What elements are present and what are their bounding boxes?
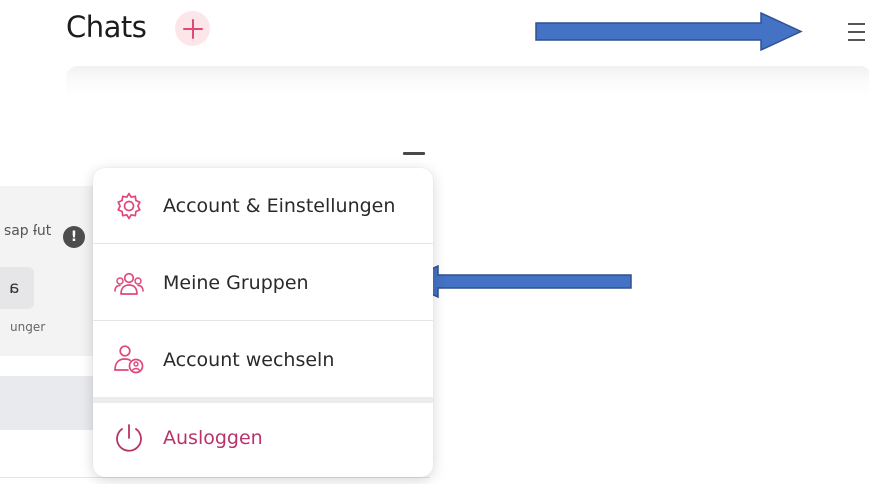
menu-item-label: Meine Gruppen [163, 272, 309, 294]
background-divider [0, 477, 430, 478]
background-box-glyph: a [8, 278, 20, 298]
menu-item-label: Account & Einstellungen [163, 195, 396, 217]
background-dash [403, 152, 425, 155]
gear-icon [117, 192, 141, 220]
menu-item-label: Account wechseln [163, 349, 335, 371]
annotation-arrow-left [401, 264, 632, 299]
menu-item-label: Ausloggen [163, 427, 263, 449]
info-icon: ! [63, 226, 85, 248]
menu-item-logout[interactable]: Ausloggen [93, 403, 433, 477]
background-box: a [0, 267, 34, 309]
power-icon [116, 424, 142, 452]
menu-item-my-groups[interactable]: Meine Gruppen [93, 244, 433, 320]
menu-item-account-settings[interactable]: Account & Einstellungen [93, 168, 433, 243]
plus-icon [182, 18, 203, 39]
search-bar[interactable] [66, 66, 869, 96]
hamburger-icon [848, 23, 865, 41]
background-mirrored-text-2: ɹəɓun [10, 321, 46, 335]
page-title: Chats [66, 10, 147, 44]
annotation-arrow-right [535, 11, 803, 52]
hamburger-menu-button[interactable] [845, 21, 869, 43]
group-icon [114, 272, 144, 295]
switch-account-icon [114, 345, 144, 374]
account-dropdown-menu: Account & Einstellungen Meine Gruppen Ac… [93, 168, 433, 477]
menu-item-switch-account[interactable]: Account wechseln [93, 321, 433, 397]
background-mirrored-text: ʇnɟ dɐs [4, 223, 52, 239]
new-chat-button[interactable] [175, 11, 210, 46]
